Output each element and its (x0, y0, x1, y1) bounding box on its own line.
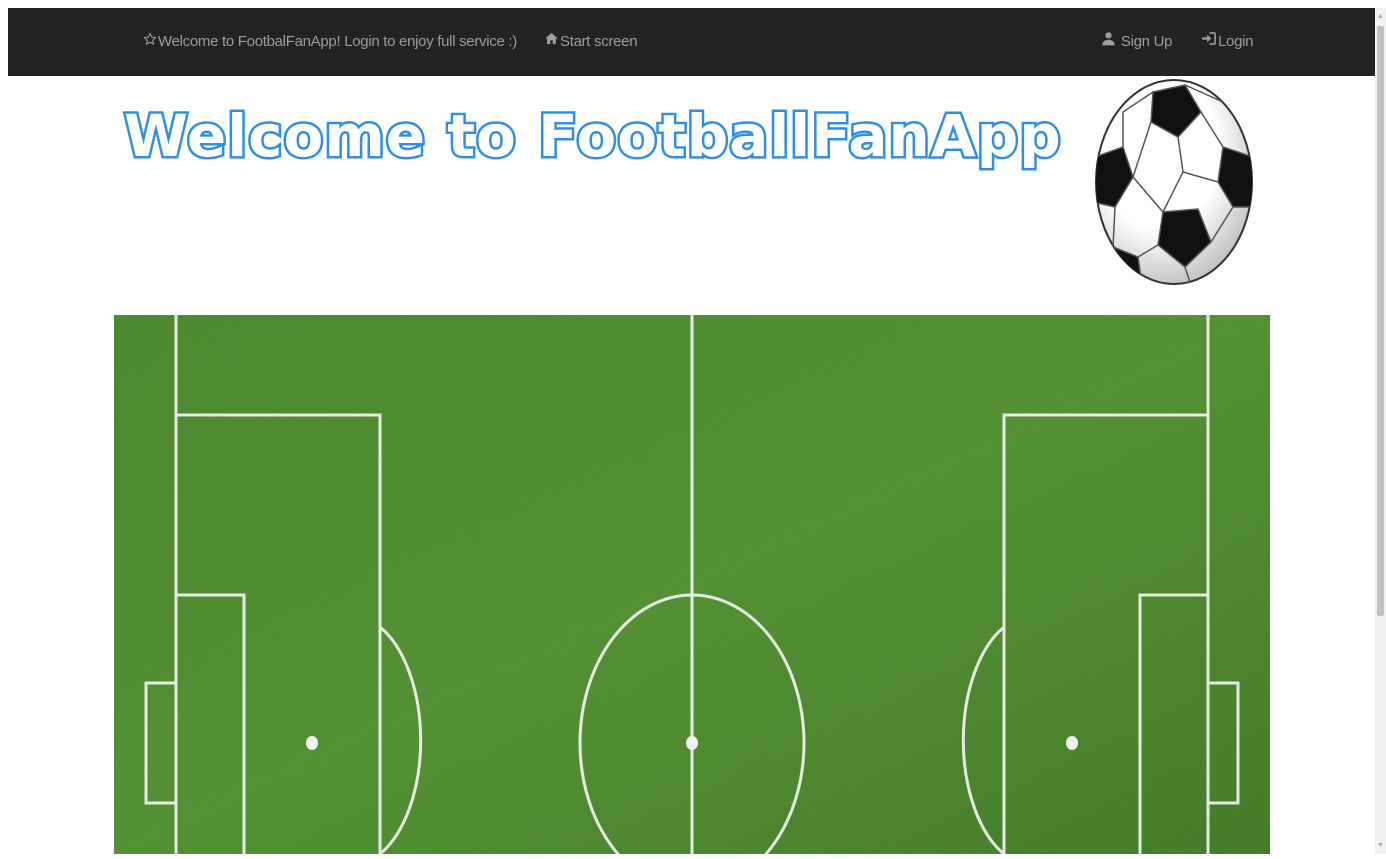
scroll-down-icon[interactable]: ▼ (1376, 841, 1385, 850)
soccer-ball-image (1093, 77, 1255, 288)
scroll-up-icon[interactable]: ▲ (1376, 12, 1385, 21)
football-pitch-image (114, 315, 1270, 859)
sign-up-label: Sign Up (1120, 33, 1173, 51)
login-icon (1201, 8, 1217, 76)
user-icon (1101, 8, 1116, 76)
home-icon (544, 8, 559, 76)
welcome-message-text: Welcome to FootbalFanApp! Login to enjoy… (158, 33, 517, 51)
page-title: Welcome to FootballFanApp (122, 100, 1064, 173)
welcome-message-link[interactable]: Welcome to FootbalFanApp! Login to enjoy… (143, 8, 517, 76)
top-navbar: Welcome to FootbalFanApp! Login to enjoy… (8, 8, 1375, 76)
sign-up-link[interactable]: Sign Up (1101, 8, 1172, 76)
scrollbar-thumb[interactable] (1377, 26, 1384, 616)
login-label: Login (1218, 33, 1254, 51)
star-icon (143, 8, 157, 76)
login-link[interactable]: Login (1201, 8, 1254, 76)
start-screen-link[interactable]: Start screen (544, 8, 638, 76)
start-screen-label: Start screen (560, 33, 638, 51)
vertical-scrollbar[interactable]: ▲ ▼ (1375, 8, 1386, 854)
